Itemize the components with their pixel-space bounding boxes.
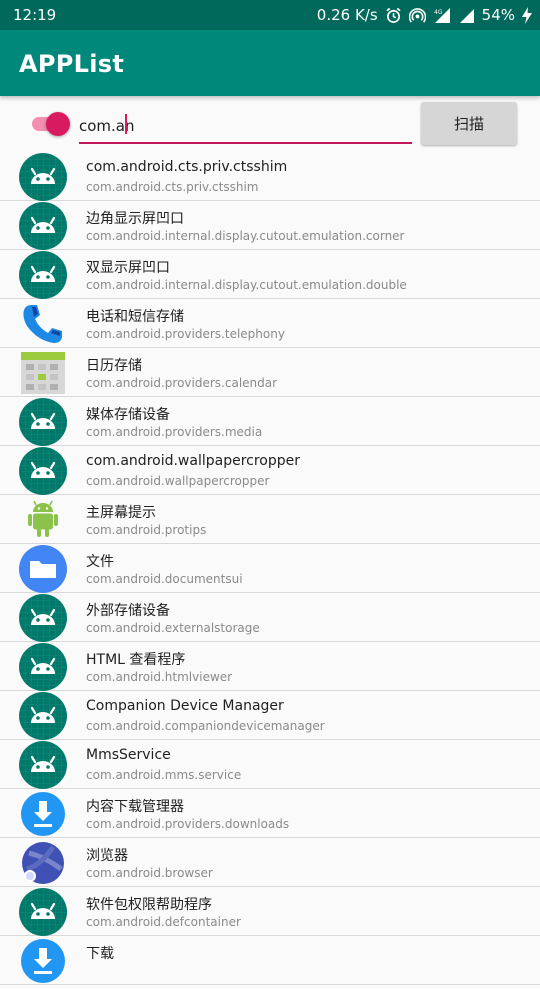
app-package: com.android.defcontainer: [86, 915, 241, 929]
app-package: com.android.mms.service: [86, 768, 242, 782]
filter-toggle[interactable]: [32, 112, 72, 136]
app-list-item[interactable]: HTML 查看程序 com.android.htmlviewer: [0, 642, 540, 691]
app-name: 日历存储: [86, 358, 142, 374]
app-package: com.android.browser: [86, 866, 213, 880]
network-speed: 0.26 K/s: [316, 6, 378, 24]
app-package: com.android.htmlviewer: [86, 670, 233, 684]
app-name: MmsService: [86, 747, 171, 763]
app-package: com.android.internal.display.cutout.emul…: [86, 278, 407, 292]
app-name: 内容下载管理器: [86, 799, 184, 815]
signal-icon: [459, 8, 474, 23]
app-list-item[interactable]: 媒体存储设备 com.android.providers.media: [0, 397, 540, 446]
app-name: 媒体存储设备: [86, 407, 170, 423]
app-package: com.android.externalstorage: [86, 621, 260, 635]
app-list-item[interactable]: 文件 com.android.documentsui: [0, 544, 540, 593]
green-android-icon: [19, 496, 67, 544]
signal-4g-icon: 4G: [434, 7, 450, 23]
app-package: com.android.providers.telephony: [86, 327, 285, 341]
app-list-item[interactable]: 外部存储设备 com.android.externalstorage: [0, 593, 540, 642]
android-robot-icon: [19, 447, 67, 495]
text-cursor: [125, 114, 127, 134]
android-robot-icon: [19, 692, 67, 740]
status-bar: 12:19 0.26 K/s 4G 54%: [0, 0, 540, 30]
search-input[interactable]: [79, 110, 412, 144]
app-name: 下载: [86, 946, 114, 962]
svg-text:4G: 4G: [434, 9, 443, 16]
battery-percent: 54%: [481, 6, 515, 24]
app-name: 浏览器: [86, 848, 128, 864]
app-name: Companion Device Manager: [86, 698, 284, 714]
app-list-item[interactable]: MmsService com.android.mms.service: [0, 740, 540, 789]
app-list-item[interactable]: 主屏幕提示 com.android.protips: [0, 495, 540, 544]
app-list-item[interactable]: 软件包权限帮助程序 com.android.defcontainer: [0, 887, 540, 936]
app-name: com.android.cts.priv.ctsshim: [86, 159, 288, 175]
app-list-item[interactable]: Companion Device Manager com.android.comp…: [0, 691, 540, 740]
download-icon: [19, 790, 67, 838]
app-list-item[interactable]: com.android.cts.priv.ctsshim com.android.…: [0, 152, 540, 201]
scan-button[interactable]: 扫描: [421, 102, 517, 145]
app-package: com.android.documentsui: [86, 572, 243, 586]
app-name: 文件: [86, 554, 114, 570]
app-package: com.android.internal.display.cutout.emul…: [86, 229, 405, 243]
android-robot-icon: [19, 251, 67, 299]
download-icon: [19, 937, 67, 985]
app-list[interactable]: com.android.cts.priv.ctsshim com.android.…: [0, 152, 540, 985]
phone-handset-icon: [19, 300, 67, 348]
page-title: APPList: [19, 50, 125, 78]
android-robot-icon: [19, 202, 67, 250]
hotspot-icon: [408, 7, 426, 23]
browser-globe-icon: [19, 839, 67, 887]
app-list-item[interactable]: 下载: [0, 936, 540, 985]
alarm-icon: [386, 7, 401, 23]
app-list-item[interactable]: 电话和短信存储 com.android.providers.telephony: [0, 299, 540, 348]
android-robot-icon: [19, 888, 67, 936]
app-name: 外部存储设备: [86, 603, 170, 619]
android-robot-icon: [19, 594, 67, 642]
app-package: com.android.companiondevicemanager: [86, 719, 325, 733]
app-package: com.android.providers.calendar: [86, 376, 278, 390]
toggle-thumb: [46, 112, 70, 136]
app-package: com.android.cts.priv.ctsshim: [86, 180, 259, 194]
android-robot-icon: [19, 741, 67, 789]
app-name: HTML 查看程序: [86, 652, 186, 668]
app-package: com.android.providers.downloads: [86, 817, 290, 831]
android-robot-icon: [19, 398, 67, 446]
app-package: com.android.protips: [86, 523, 207, 537]
app-list-item[interactable]: 日历存储 com.android.providers.calendar: [0, 348, 540, 397]
calendar-storage-icon: [19, 349, 67, 397]
app-name: 主屏幕提示: [86, 505, 156, 521]
app-list-item[interactable]: com.android.wallpapercropper com.android.…: [0, 446, 540, 495]
folder-icon: [19, 545, 67, 593]
status-time: 12:19: [13, 6, 57, 24]
app-package: com.android.wallpapercropper: [86, 474, 270, 488]
app-bar: APPList: [0, 30, 540, 96]
app-name: com.android.wallpapercropper: [86, 453, 301, 469]
android-robot-icon: [19, 643, 67, 691]
charging-bolt-icon: [522, 6, 532, 24]
android-robot-icon: [19, 153, 67, 201]
app-package: com.android.providers.media: [86, 425, 263, 439]
app-list-item[interactable]: 双显示屏凹口 com.android.internal.display.cutou…: [0, 250, 540, 299]
app-name: 软件包权限帮助程序: [86, 897, 212, 913]
status-icons: 0.26 K/s 4G 54%: [317, 6, 532, 24]
app-list-item[interactable]: 内容下载管理器 com.android.providers.downloads: [0, 789, 540, 838]
app-name: 电话和短信存储: [86, 309, 184, 325]
app-name: 边角显示屏凹口: [86, 211, 184, 227]
app-list-item[interactable]: 浏览器 com.android.browser: [0, 838, 540, 887]
app-list-item[interactable]: 边角显示屏凹口 com.android.internal.display.cuto…: [0, 201, 540, 250]
app-name: 双显示屏凹口: [86, 260, 170, 276]
